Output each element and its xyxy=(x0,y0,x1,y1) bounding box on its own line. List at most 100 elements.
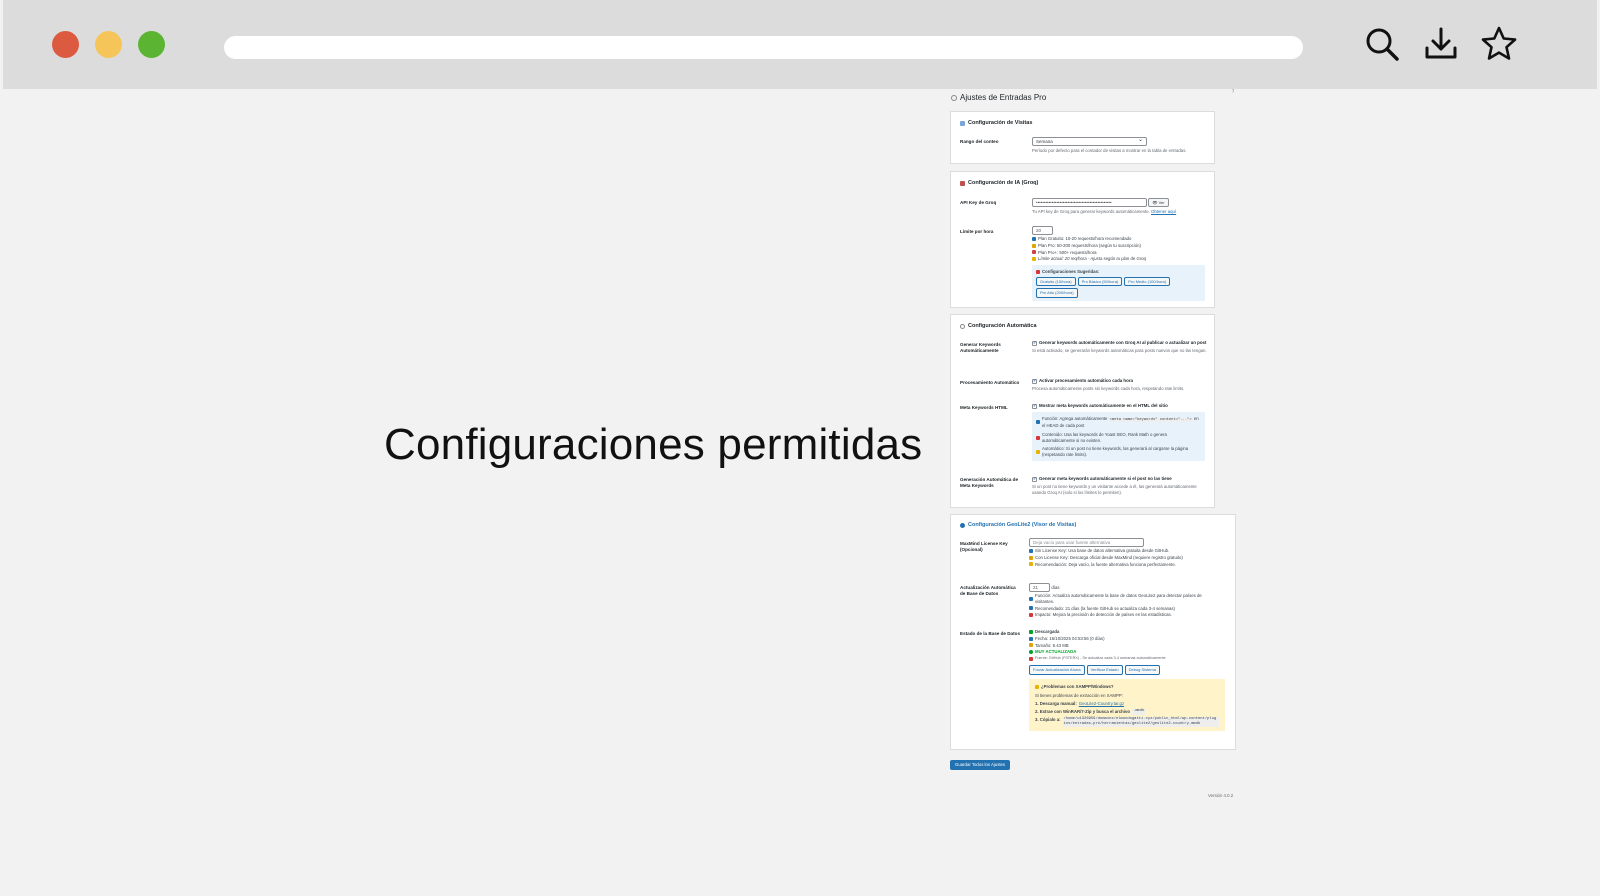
license-key-label: MaxMind License Key (Opcional) xyxy=(960,541,1008,553)
ia-card: Configuración de IA (Groq) API Key de Gr… xyxy=(950,171,1215,308)
auto-processing-help: Procesa automáticamente posts sin keywor… xyxy=(1032,385,1185,391)
status-line: Fuente: GitHub (P3TERX) - Se actualiza c… xyxy=(1029,656,1229,661)
minimize-window-button[interactable] xyxy=(95,31,122,58)
visits-card: Configuración de Visitas Rango del conte… xyxy=(950,111,1215,164)
hourly-limit-input[interactable]: 20 xyxy=(1032,226,1053,235)
api-key-help: Tu API key de Groq para generar keywords… xyxy=(1032,209,1177,215)
gen-keywords-help: Si está activado, se generarán keywords … xyxy=(1032,347,1207,353)
meta-keywords-label: Meta Keywords HTML xyxy=(960,405,1008,410)
plan-line: Plan Pro+: 500+ requests/hora xyxy=(1032,250,1212,256)
globe-icon xyxy=(960,523,965,529)
gen-meta-label: Generación Automática de Meta Keywords xyxy=(960,477,1019,489)
gear-icon xyxy=(960,324,965,330)
update-days-unit: días xyxy=(1051,585,1060,590)
suggest-free-button[interactable]: Gratuito (15/hora) xyxy=(1036,276,1076,287)
settings-screenshot: Ajustes de Entradas Pro ˀ Configuración … xyxy=(945,89,1238,809)
gear-icon xyxy=(951,95,957,102)
plan-line: Plan Pro: 50-200 requests/hora (según tu… xyxy=(1032,243,1212,249)
update-line: Recomendado: 21 días (la fuente GitHub s… xyxy=(1029,606,1209,612)
geolite-card: Configuración GeoLite2 (Visor de Visitas… xyxy=(950,514,1236,750)
status-badge: MUY ACTUALIZADA xyxy=(1029,649,1229,655)
auto-card-title: Configuración Automática xyxy=(960,323,1037,330)
auto-processing-checkbox[interactable]: Activar procesamiento automático cada ho… xyxy=(1032,378,1212,384)
meta-content-line: Contenido: Usa las keywords de Yoast SEO… xyxy=(1036,432,1201,444)
suggest-pro-medium-button[interactable]: Pro Medio (100/hora) xyxy=(1124,276,1171,287)
meta-auto-line: Automático: Si un post no tiene keywords… xyxy=(1036,446,1201,458)
hourly-limit-label: Límite por hora xyxy=(960,229,994,234)
size-icon xyxy=(1029,643,1033,648)
xampp-step-1: 1. Descarga manual: GeoLite2-Country.tar.… xyxy=(1035,701,1125,707)
gen-meta-help: Si un post no tiene keywords y un visita… xyxy=(1032,483,1197,495)
verify-status-button[interactable]: Verificar Estado xyxy=(1086,665,1123,675)
update-line: Impacto: Mejora la precisión de detecció… xyxy=(1029,612,1209,618)
range-select[interactable]: Semana xyxy=(1032,136,1147,146)
version-text: Versión 4.0.2 xyxy=(1208,793,1234,798)
check-icon xyxy=(1029,629,1033,634)
plan-line: Límite actual: 20 req/hora - Ajusta segú… xyxy=(1032,256,1212,262)
status-line: Descargada xyxy=(1029,629,1229,635)
info-icon xyxy=(1029,548,1033,553)
range-help: Período por defecto para el contador de … xyxy=(1032,148,1187,153)
status-line: Tamaño: 9.43 MB xyxy=(1029,643,1229,649)
search-icon[interactable] xyxy=(1362,24,1402,64)
license-line: Sin License Key: Usa base de datos alter… xyxy=(1029,548,1209,554)
visits-card-title: Configuración de Visitas xyxy=(960,120,1032,127)
xampp-step-3: 3. Cópialo a:/home/u1326959/domains/elmu… xyxy=(1035,716,1219,728)
status-line: Fecha: 16/10/2025 04:53:56 (0 días) xyxy=(1029,636,1229,642)
save-all-settings-button[interactable]: Guardar Todos los Ajustes xyxy=(950,760,1011,770)
xampp-help-box: ¿Problemas con XAMPP/Windows? Si tienes … xyxy=(1029,678,1225,732)
search-small-icon xyxy=(1036,420,1040,425)
key-icon xyxy=(1029,555,1033,560)
corner-mark: ˀ xyxy=(1232,90,1235,96)
browser-toolbar xyxy=(3,0,1597,89)
calendar-icon xyxy=(1029,636,1033,641)
source-icon xyxy=(1029,656,1033,661)
show-api-key-button[interactable]: 👁 Ver xyxy=(1148,198,1169,208)
suggest-pro-basic-button[interactable]: Pro Básico (50/hora) xyxy=(1077,276,1123,287)
auto-update-label: Actualización Automática de Base de Dato… xyxy=(960,585,1016,597)
info-icon xyxy=(1029,596,1033,601)
plan-line: Plan Gratuito: 10-20 requests/hora recom… xyxy=(1032,236,1212,242)
gen-keywords-label: Generar Keywords Automáticamente xyxy=(960,342,1001,354)
range-label: Rango del conteo xyxy=(960,139,999,144)
suggest-pro-high-button[interactable]: Pro Alto (200/hora) xyxy=(1036,288,1078,298)
meta-function-line: Función: Agrega automáticamente <meta na… xyxy=(1036,416,1201,429)
api-key-input[interactable]: ••••••••••••••••••••••••••••••••••••••••… xyxy=(1032,198,1147,207)
close-window-button[interactable] xyxy=(52,31,79,58)
address-bar[interactable] xyxy=(224,36,1303,59)
update-days-input[interactable]: 21 xyxy=(1029,583,1050,592)
auto-processing-label: Procesamiento Automático xyxy=(960,380,1020,385)
suggested-configs: Configuraciones Sugeridas: Gratuito (15/… xyxy=(1032,265,1205,301)
gen-meta-checkbox[interactable]: Generar meta keywords automáticamente si… xyxy=(1032,476,1212,482)
robot-icon xyxy=(960,181,965,187)
lightning-icon xyxy=(1036,450,1040,455)
api-key-label: API Key de Groq xyxy=(960,200,997,205)
maximize-window-button[interactable] xyxy=(138,31,165,58)
meta-keywords-info: Función: Agrega automáticamente <meta na… xyxy=(1032,411,1205,462)
gen-keywords-checkbox[interactable]: Generar keywords automáticamente con Gro… xyxy=(1032,340,1212,346)
db-status-label: Estado de la Base de Datos xyxy=(960,631,1020,636)
force-update-button[interactable]: Forzar Actualización Ahora xyxy=(1029,665,1085,675)
rocket-icon xyxy=(1032,250,1036,255)
bulb-icon xyxy=(1032,257,1036,262)
license-key-input[interactable]: Deja vacío para usar fuente alternativa xyxy=(1029,538,1144,547)
get-api-key-link[interactable]: Obtener aquí xyxy=(1151,209,1176,214)
info-icon xyxy=(1032,236,1036,241)
star-badge-icon xyxy=(1032,243,1036,248)
star-icon[interactable] xyxy=(1479,24,1519,64)
settings-page-title: Ajustes de Entradas Pro xyxy=(951,93,1046,104)
download-geolite-link[interactable]: GeoLite2-Country.tar.gz xyxy=(1079,701,1124,707)
bulb-icon xyxy=(1029,562,1033,567)
debug-system-button[interactable]: Debug Sistema xyxy=(1124,665,1160,675)
geolite-card-title: Configuración GeoLite2 (Visor de Visitas… xyxy=(960,522,1076,529)
meta-keywords-checkbox[interactable]: Mostrar meta keywords automáticamente en… xyxy=(1032,403,1212,409)
xampp-title: ¿Problemas con XAMPP/Windows? xyxy=(1035,684,1219,690)
slide-headline: Configuraciones permitidas xyxy=(384,420,923,469)
license-line: Recomendación: Deja vacío, la fuente alt… xyxy=(1029,562,1209,568)
auto-card: Configuración Automática Generar Keyword… xyxy=(950,314,1215,508)
xampp-intro: Si tienes problemas de extracción en XAM… xyxy=(1035,692,1123,698)
suggested-title: Configuraciones Sugeridas: xyxy=(1036,269,1201,275)
ia-card-title: Configuración de IA (Groq) xyxy=(960,180,1038,187)
download-icon[interactable] xyxy=(1421,24,1461,64)
license-line: Con License Key: Descarga oficial desde … xyxy=(1029,555,1209,561)
